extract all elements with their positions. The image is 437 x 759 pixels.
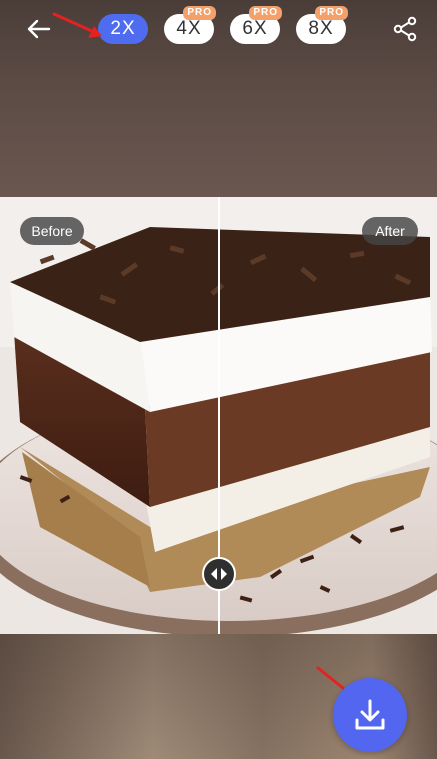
scale-2x-label: 2X	[110, 18, 136, 39]
before-label: Before	[20, 217, 84, 245]
share-button[interactable]	[390, 14, 420, 44]
pro-badge: PRO	[183, 6, 216, 20]
scale-4x-label: 4X	[176, 18, 202, 39]
download-button[interactable]	[333, 678, 407, 752]
left-right-arrows-icon	[211, 568, 227, 580]
scale-6x-label: 6X	[242, 18, 268, 39]
before-after-comparison[interactable]: Before After	[0, 197, 437, 634]
share-icon	[393, 16, 417, 42]
arrow-left-icon	[27, 19, 51, 39]
pro-badge: PRO	[249, 6, 282, 20]
scale-6x-button[interactable]: 6X PRO	[230, 6, 282, 44]
scale-4x-button[interactable]: 4X PRO	[164, 6, 216, 44]
divider-handle[interactable]	[202, 557, 236, 591]
annotation-arrow-icon	[52, 12, 102, 38]
pro-badge: PRO	[315, 6, 348, 20]
download-icon	[355, 699, 385, 730]
scale-8x-button[interactable]: 8X PRO	[296, 6, 348, 44]
scale-8x-label: 8X	[308, 18, 334, 39]
after-label: After	[362, 217, 418, 245]
